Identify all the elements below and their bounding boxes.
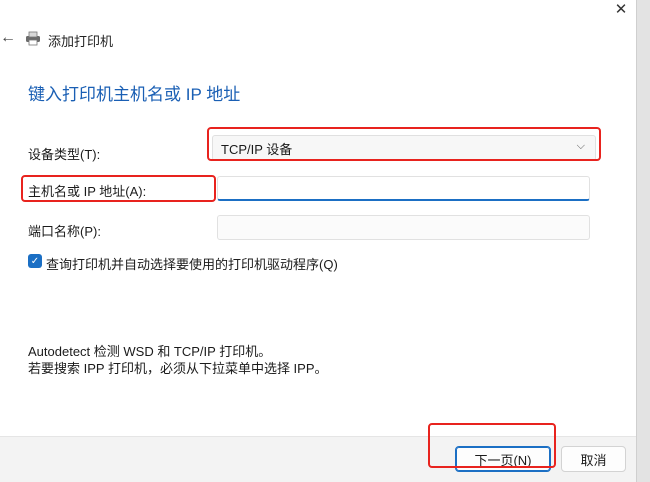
chevron-down-icon: ⌵	[576, 140, 585, 152]
page-title: 键入打印机主机名或 IP 地址	[28, 85, 241, 104]
port-label: 端口名称(P):	[28, 224, 101, 239]
device-type-value: TCP/IP 设备	[221, 141, 293, 157]
hostname-input[interactable]	[217, 176, 590, 201]
back-button[interactable]: ←	[0, 28, 16, 48]
hostname-label: 主机名或 IP 地址(A):	[28, 184, 147, 199]
checkmark-icon: ✓	[30, 255, 40, 267]
device-type-select[interactable]: TCP/IP 设备 ⌵	[212, 135, 596, 161]
printer-icon	[26, 31, 40, 46]
close-icon: ✕	[614, 1, 628, 18]
port-name-input[interactable]	[217, 215, 590, 240]
query-printer-label: 查询打印机并自动选择要使用的打印机驱动程序(Q)	[46, 257, 338, 272]
info-line-2: 若要搜索 IPP 打印机，必须从下拉菜单中选择 IPP。	[28, 361, 328, 376]
window-right-edge	[636, 0, 650, 482]
back-arrow-icon: ←	[0, 29, 16, 46]
device-type-label: 设备类型(T):	[28, 147, 101, 162]
query-printer-checkbox[interactable]: ✓	[28, 254, 42, 268]
next-button[interactable]: 下一页(N)	[455, 446, 551, 472]
close-button[interactable]: ✕	[606, 0, 636, 18]
cancel-button[interactable]: 取消	[561, 446, 626, 472]
window-title: 添加打印机	[48, 34, 114, 49]
